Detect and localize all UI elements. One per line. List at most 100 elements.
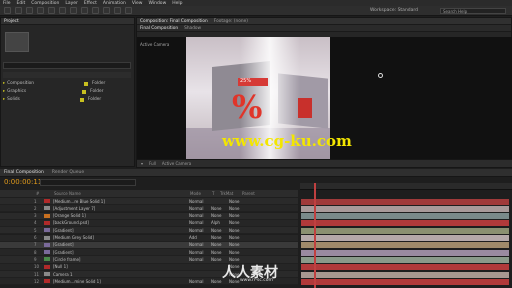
layer-mode-dropdown[interactable]: Normal xyxy=(189,250,211,255)
layer-row[interactable]: 2 [Adjustment Layer 7] Normal None None xyxy=(0,205,298,213)
layer-mode-dropdown[interactable]: Normal xyxy=(189,199,211,204)
layer-duration-bar[interactable] xyxy=(301,213,509,220)
tab-final-composition[interactable]: Final Composition xyxy=(4,170,44,175)
subtab-final-composition[interactable]: Final Composition xyxy=(140,26,178,31)
layer-parent-dropdown[interactable]: None xyxy=(229,235,259,240)
layer-duration-bar[interactable] xyxy=(301,271,509,278)
layer-duration-bar[interactable] xyxy=(301,242,509,249)
layer-duration-bar[interactable] xyxy=(301,278,509,285)
layer-name: [Null 1] xyxy=(53,264,68,270)
camera-tool-icon[interactable] xyxy=(48,7,55,14)
layer-duration-bar[interactable] xyxy=(301,249,509,256)
layer-parent-dropdown[interactable]: None xyxy=(229,213,259,218)
layer-row[interactable]: 1 [Medium...re Blue Solid 1] Normal None xyxy=(0,198,298,206)
menu-view[interactable]: View xyxy=(132,1,143,6)
layer-label-color[interactable] xyxy=(44,250,50,255)
layer-duration-bar[interactable] xyxy=(301,256,509,263)
clone-tool-icon[interactable] xyxy=(114,7,121,14)
layer-row[interactable]: 6 [Medium Grey Solid] Add None None xyxy=(0,234,298,242)
layer-mode-dropdown[interactable]: Normal xyxy=(189,257,211,262)
pan-behind-tool-icon[interactable] xyxy=(59,7,66,14)
menu-layer[interactable]: Layer xyxy=(65,1,78,6)
layer-parent-dropdown[interactable]: None xyxy=(229,242,259,247)
layer-duration-bar[interactable] xyxy=(301,220,509,227)
project-item-solids[interactable]: ▸ Solids Folder xyxy=(3,96,131,103)
menu-effect[interactable]: Effect xyxy=(84,1,97,6)
layer-label-color[interactable] xyxy=(44,228,50,233)
layer-duration-bar[interactable] xyxy=(301,205,509,212)
workspace-selector[interactable]: Workspace: Standard xyxy=(370,8,418,13)
light-target-icon[interactable] xyxy=(378,73,383,78)
layer-trkmat-dropdown[interactable]: None xyxy=(211,228,229,233)
layer-parent-dropdown[interactable]: None xyxy=(229,228,259,233)
layer-label-color[interactable] xyxy=(44,220,50,225)
menu-file[interactable]: File xyxy=(3,1,11,6)
subtab-shadow[interactable]: Shadow xyxy=(184,26,201,31)
hand-tool-icon[interactable] xyxy=(15,7,22,14)
tab-composition[interactable]: Composition: Final Composition xyxy=(140,19,208,24)
project-item-graphics[interactable]: ▸ Graphics Folder xyxy=(3,88,131,95)
text-tool-icon[interactable] xyxy=(92,7,99,14)
layer-mode-dropdown[interactable]: Normal xyxy=(189,220,211,225)
layer-duration-bar[interactable] xyxy=(301,264,509,271)
time-ruler[interactable] xyxy=(300,183,512,190)
layer-parent-dropdown[interactable]: None xyxy=(229,220,259,225)
current-time-display[interactable]: 0:00:00:11 xyxy=(4,178,42,186)
layer-row[interactable]: 3 [Orange Solid 1] Normal None None xyxy=(0,212,298,220)
mask-tool-icon[interactable] xyxy=(70,7,77,14)
tab-render-queue[interactable]: Render Queue xyxy=(52,170,84,175)
pen-tool-icon[interactable] xyxy=(81,7,88,14)
layer-trkmat-dropdown[interactable]: None xyxy=(211,213,229,218)
layer-trkmat-dropdown[interactable]: Alph xyxy=(211,220,229,225)
menu-animation[interactable]: Animation xyxy=(103,1,126,6)
menu-window[interactable]: Window xyxy=(149,1,167,6)
layer-mode-dropdown[interactable]: Normal xyxy=(189,242,211,247)
layer-duration-bar[interactable] xyxy=(301,227,509,234)
layer-duration-bar[interactable] xyxy=(301,198,509,205)
layer-parent-dropdown[interactable]: None xyxy=(229,199,259,204)
current-time-indicator[interactable] xyxy=(314,183,316,288)
tab-project[interactable]: Project xyxy=(4,19,19,24)
layer-row[interactable]: 5 [Gradient] Normal None None xyxy=(0,227,298,235)
layer-trkmat-dropdown[interactable]: None xyxy=(211,250,229,255)
layer-label-color[interactable] xyxy=(44,206,50,211)
layer-row[interactable]: 7 [Gradient] Normal None None xyxy=(0,241,298,249)
layer-label-color[interactable] xyxy=(44,257,50,262)
layer-label-color[interactable] xyxy=(44,264,50,269)
layer-label-color[interactable] xyxy=(44,213,50,218)
timeline-search-input[interactable] xyxy=(40,179,136,186)
layer-trkmat-dropdown[interactable]: None xyxy=(211,206,229,211)
layer-mode-dropdown[interactable]: Normal xyxy=(189,279,211,284)
menu-help[interactable]: Help xyxy=(172,1,182,6)
layer-parent-dropdown[interactable]: None xyxy=(229,250,259,255)
magnification-dropdown[interactable]: ▾ xyxy=(141,161,143,166)
layer-mode-dropdown[interactable]: Normal xyxy=(189,228,211,233)
layer-label-color[interactable] xyxy=(44,279,50,284)
layer-mode-dropdown[interactable]: Normal xyxy=(189,206,211,211)
project-search-input[interactable] xyxy=(3,62,131,69)
layer-label-color[interactable] xyxy=(44,199,50,204)
camera-view-dropdown[interactable]: Active Camera xyxy=(162,161,191,166)
menu-edit[interactable]: Edit xyxy=(17,1,26,6)
layer-mode-dropdown[interactable]: Add xyxy=(189,235,211,240)
selection-tool-icon[interactable] xyxy=(4,7,11,14)
layer-row[interactable]: 4 [backGround.psd] Normal Alph None xyxy=(0,219,298,228)
layer-label-color[interactable] xyxy=(44,235,50,240)
project-item-composition[interactable]: ▸ Composition Folder xyxy=(3,80,131,87)
eraser-tool-icon[interactable] xyxy=(125,7,132,14)
tab-footage[interactable]: Footage: (none) xyxy=(214,19,248,24)
layer-mode-dropdown[interactable]: Normal xyxy=(189,213,211,218)
layer-trkmat-dropdown[interactable]: None xyxy=(211,242,229,247)
layer-label-color[interactable] xyxy=(44,272,50,277)
layer-parent-dropdown[interactable]: None xyxy=(229,206,259,211)
layer-trkmat-dropdown[interactable]: None xyxy=(211,235,229,240)
rotate-tool-icon[interactable] xyxy=(37,7,44,14)
brush-tool-icon[interactable] xyxy=(103,7,110,14)
resolution-dropdown[interactable]: Full xyxy=(149,161,156,166)
menu-composition[interactable]: Composition xyxy=(31,1,59,6)
layer-label-color[interactable] xyxy=(44,242,50,247)
search-help-input[interactable]: Search Help xyxy=(440,8,506,14)
zoom-tool-icon[interactable] xyxy=(26,7,33,14)
layer-duration-bar[interactable] xyxy=(301,235,509,241)
layer-row[interactable]: 8 [Gradient] Normal None None xyxy=(0,249,298,257)
